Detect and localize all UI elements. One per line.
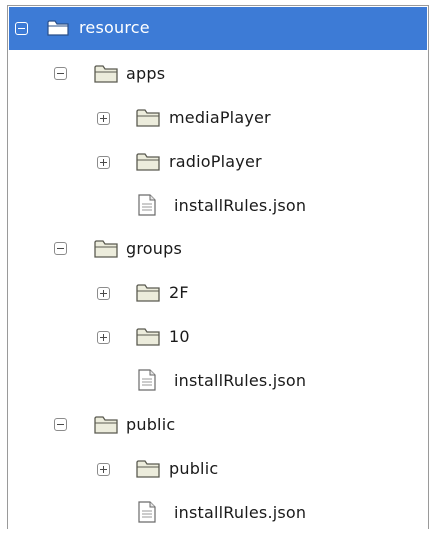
tree-node-resource[interactable]: resource — [9, 7, 427, 50]
folder-icon — [136, 109, 160, 127]
tree-node-label: 10 — [169, 327, 190, 346]
collapse-toggle-icon[interactable] — [54, 242, 67, 255]
tree-node-label: installRules.json — [174, 503, 307, 522]
tree-node-installrules-groups[interactable]: installRules.json — [8, 359, 428, 403]
expand-toggle-icon[interactable] — [97, 331, 110, 344]
expand-toggle-icon[interactable] — [97, 156, 110, 169]
expand-toggle-icon[interactable] — [97, 112, 110, 125]
folder-icon — [136, 460, 160, 478]
folder-icon — [94, 240, 118, 258]
tree-node-label: apps — [126, 64, 166, 83]
tree-node-label: 2F — [169, 283, 189, 302]
tree-node-public[interactable]: public — [8, 403, 428, 447]
tree-node-label: installRules.json — [174, 196, 307, 215]
tree-node-installrules-apps[interactable]: installRules.json — [8, 184, 428, 228]
expand-toggle-icon[interactable] — [97, 463, 110, 476]
tree-node-10[interactable]: 10 — [8, 315, 428, 359]
tree-node-label: public — [169, 459, 219, 478]
tree-node-apps[interactable]: apps — [8, 52, 428, 96]
tree-node-public-child[interactable]: public — [8, 447, 428, 491]
tree-node-label: resource — [79, 18, 150, 37]
expand-toggle-icon[interactable] — [97, 287, 110, 300]
tree-node-radioplayer[interactable]: radioPlayer — [8, 140, 428, 184]
tree-node-2f[interactable]: 2F — [8, 271, 428, 315]
tree-node-installrules-public[interactable]: installRules.json — [8, 491, 428, 535]
tree-node-label: mediaPlayer — [169, 108, 271, 127]
folder-icon — [136, 284, 160, 302]
file-icon — [138, 501, 156, 523]
folder-icon — [136, 153, 160, 171]
file-icon — [138, 194, 156, 216]
tree-node-groups[interactable]: groups — [8, 227, 428, 271]
tree-node-mediaplayer[interactable]: mediaPlayer — [8, 96, 428, 140]
folder-icon — [47, 20, 69, 36]
file-icon — [138, 369, 156, 391]
tree-node-label: public — [126, 415, 176, 434]
folder-icon — [94, 65, 118, 83]
collapse-toggle-icon[interactable] — [54, 67, 67, 80]
folder-icon — [94, 416, 118, 434]
tree-node-label: installRules.json — [174, 371, 307, 390]
file-tree: resource apps mediaPlayer radioPlayer in… — [7, 5, 429, 529]
tree-node-label: groups — [126, 239, 183, 258]
tree-node-label: radioPlayer — [169, 152, 262, 171]
collapse-toggle-icon[interactable] — [15, 22, 28, 35]
folder-icon — [136, 328, 160, 346]
collapse-toggle-icon[interactable] — [54, 418, 67, 431]
